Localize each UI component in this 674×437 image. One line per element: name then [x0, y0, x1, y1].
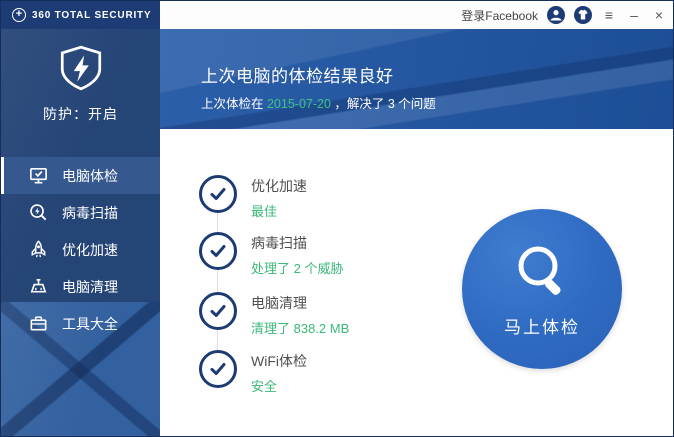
checklist-item-speedup: 优化加速 最佳: [199, 175, 429, 213]
checkmark-icon: [208, 301, 228, 321]
check-circle: [199, 350, 237, 388]
checkup-now-label: 马上体检: [504, 313, 580, 338]
banner-subtitle: 上次体检在 2015-07-20 ，解决了 3 个问题: [201, 93, 436, 112]
checkmark-icon: [208, 359, 228, 379]
sidebar-item-speedup[interactable]: 优化加速: [1, 231, 160, 268]
banner-title: 上次电脑的体检结果良好: [201, 62, 394, 87]
toolbox-icon: [28, 313, 49, 334]
sidebar-item-label: 工具大全: [62, 314, 118, 334]
shield-bolt-icon: [56, 43, 106, 93]
result-banner: 上次电脑的体检结果良好 上次体检在 2015-07-20 ，解决了 3 个问题: [160, 29, 674, 129]
check-circle: [199, 232, 237, 270]
theme-wardrobe-button[interactable]: [574, 6, 592, 24]
checklist-item-cleanup: 电脑清理 清理了 838.2 MB: [199, 292, 429, 330]
check-result: 处理了 2 个威胁: [251, 258, 343, 277]
tshirt-icon: [574, 6, 592, 24]
main-menu-button[interactable]: ≡: [601, 7, 617, 23]
last-checkup-date: 2015-07-20: [267, 97, 331, 111]
checkmark-icon: [208, 184, 228, 204]
check-title: 电脑清理: [251, 293, 349, 313]
close-button[interactable]: ×: [651, 7, 667, 23]
sidebar-item-label: 病毒扫描: [62, 203, 118, 223]
login-facebook-link[interactable]: 登录Facebook: [461, 7, 538, 24]
protection-status-block: 防护：开启: [1, 43, 160, 124]
logo-plus-icon: +: [12, 8, 26, 22]
speedup-rocket-icon: [28, 239, 49, 260]
banner-subtitle-prefix: 上次体检在: [201, 97, 267, 111]
person-icon: [547, 6, 565, 24]
sidebar-item-virus-scan[interactable]: 病毒扫描: [1, 194, 160, 231]
sidebar-item-cleanup[interactable]: 电脑清理: [1, 268, 160, 305]
check-title: 病毒扫描: [251, 233, 343, 253]
user-avatar[interactable]: [547, 6, 565, 24]
checklist-item-wifi: WiFi体检 安全: [199, 350, 429, 388]
sidebar-menu: 电脑体检 病毒扫描 优化加速: [1, 157, 160, 342]
check-circle: [199, 175, 237, 213]
check-result: 安全: [251, 376, 307, 395]
sidebar-item-label: 电脑体检: [62, 166, 118, 186]
check-circle: [199, 292, 237, 330]
checklist-connector: [217, 196, 218, 371]
app-logo: + 360 TOTAL SECURITY: [1, 1, 160, 29]
checklist-item-virus: 病毒扫描 处理了 2 个威胁: [199, 232, 429, 270]
check-title: WiFi体检: [251, 351, 307, 371]
magnifier-icon: [511, 241, 573, 303]
check-result: 最佳: [251, 201, 307, 220]
checkup-monitor-icon: [28, 165, 49, 186]
protection-status-label: 防护：开启: [1, 104, 160, 124]
banner-subtitle-suffix: ，解决了 3 个问题: [331, 97, 436, 111]
sidebar: 防护：开启 电脑体检 病毒扫描: [1, 29, 160, 437]
cleanup-broom-icon: [28, 276, 49, 297]
app-title: 360 TOTAL SECURITY: [32, 10, 151, 21]
sidebar-item-checkup[interactable]: 电脑体检: [1, 157, 160, 194]
sidebar-item-toolbox[interactable]: 工具大全: [1, 305, 160, 342]
minimize-button[interactable]: –: [626, 7, 642, 23]
sidebar-item-label: 优化加速: [62, 240, 118, 260]
check-result: 清理了 838.2 MB: [251, 318, 349, 337]
sidebar-item-label: 电脑清理: [62, 277, 118, 297]
virus-scan-icon: [28, 202, 49, 223]
checkup-now-button[interactable]: 马上体检: [462, 209, 622, 369]
main-content: 优化加速 最佳 病毒扫描 处理了 2 个威胁 电脑清理: [160, 129, 674, 437]
app-window: 登录Facebook ≡ – × + 360 TOTAL SECURITY: [0, 0, 674, 437]
checkmark-icon: [208, 241, 228, 261]
check-title: 优化加速: [251, 176, 307, 196]
